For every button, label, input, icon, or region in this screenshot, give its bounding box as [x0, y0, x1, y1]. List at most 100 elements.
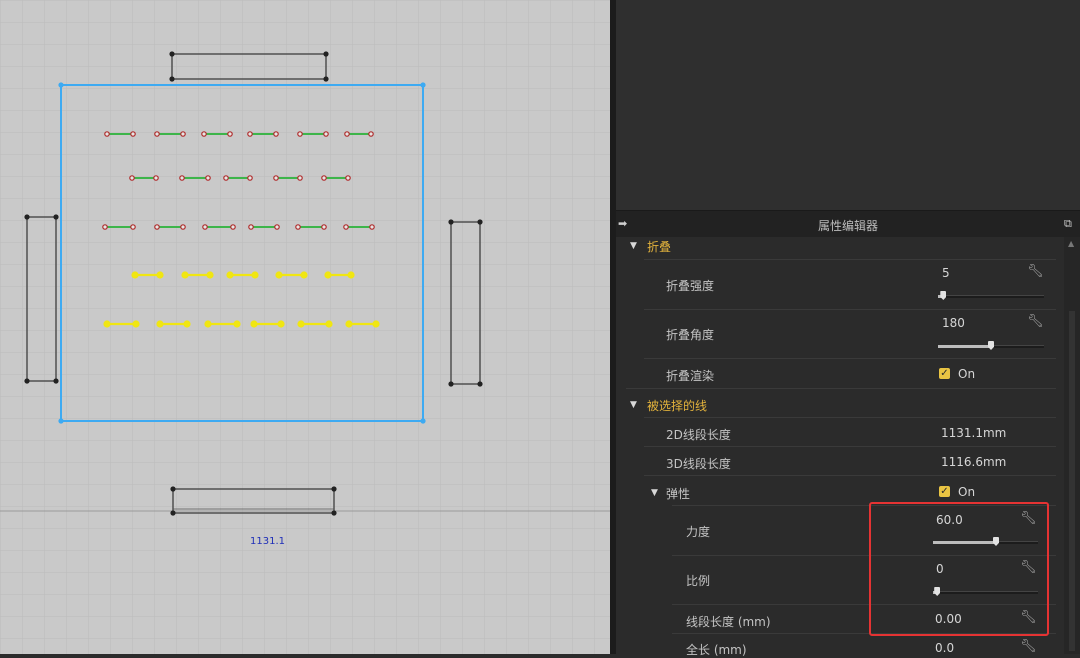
internal-line-point[interactable] [130, 131, 136, 137]
internal-line-point[interactable] [295, 224, 301, 230]
internal-line-point[interactable] [323, 131, 329, 137]
section-fold-header[interactable]: 折叠 [647, 238, 671, 255]
slider-thumb[interactable] [934, 587, 941, 596]
internal-line-point[interactable] [369, 224, 375, 230]
internal-line-point[interactable] [180, 224, 186, 230]
popout-icon[interactable]: ⧉ [1064, 217, 1072, 231]
wrench-icon[interactable]: 🔧︎ [1027, 264, 1044, 279]
internal-line-point[interactable] [297, 131, 303, 137]
fold-angle-value[interactable]: 180 [942, 316, 965, 330]
scroll-up-icon[interactable]: ▲ [1068, 239, 1074, 248]
internal-line-point[interactable] [154, 131, 160, 137]
checkmark-icon: ✓ [940, 486, 949, 497]
pattern-drawing[interactable] [0, 0, 610, 654]
internal-line-point[interactable] [103, 320, 111, 328]
internal-line-point[interactable] [227, 131, 233, 137]
section-selected-line-header[interactable]: 被选择的线 [647, 397, 707, 414]
property-editor-header: ➡ 属性编辑器 ⧉ [616, 211, 1080, 237]
internal-line-point[interactable] [250, 320, 258, 328]
slider-thumb[interactable] [993, 537, 999, 546]
internal-line-point[interactable] [321, 175, 327, 181]
wrench-icon[interactable]: 🔧︎ [1020, 560, 1037, 575]
internal-line-point[interactable] [251, 271, 259, 279]
internal-line-point[interactable] [102, 224, 108, 230]
full-length-label: 全长 (mm) [686, 643, 747, 657]
internal-line-point[interactable] [275, 271, 283, 279]
internal-line-point[interactable] [274, 224, 280, 230]
internal-line-point[interactable] [131, 271, 139, 279]
internal-line-point[interactable] [180, 131, 186, 137]
internal-line-point[interactable] [181, 271, 189, 279]
length-2d-value: 1131.1mm [941, 426, 1007, 440]
internal-line-point[interactable] [247, 131, 253, 137]
triangle-down-icon[interactable]: ▼ [630, 241, 637, 251]
divider [644, 475, 1056, 476]
ratio-slider[interactable] [933, 587, 1038, 596]
wrench-icon[interactable]: 🔧︎ [1020, 511, 1037, 526]
internal-line-point[interactable] [183, 320, 191, 328]
internal-line-point[interactable] [273, 131, 279, 137]
wrench-icon[interactable]: 🔧︎ [1020, 639, 1037, 654]
internal-line-point[interactable] [233, 320, 241, 328]
full-length-value[interactable]: 0.0 [935, 641, 954, 655]
internal-line-point[interactable] [201, 131, 207, 137]
internal-line-point[interactable] [132, 320, 140, 328]
internal-line-point[interactable] [344, 131, 350, 137]
internal-line-point[interactable] [343, 224, 349, 230]
internal-line-point[interactable] [179, 175, 185, 181]
wrench-icon[interactable]: 🔧︎ [1027, 314, 1044, 329]
internal-line-point[interactable] [248, 224, 254, 230]
internal-line-point[interactable] [297, 320, 305, 328]
internal-line-point[interactable] [156, 320, 164, 328]
internal-line-point[interactable] [277, 320, 285, 328]
internal-line-point[interactable] [226, 271, 234, 279]
internal-line-point[interactable] [347, 271, 355, 279]
internal-line-point[interactable] [130, 224, 136, 230]
slider-thumb[interactable] [940, 291, 947, 300]
fold-render-checkbox[interactable]: ✓ [939, 368, 950, 379]
fold-strength-slider[interactable] [938, 291, 1044, 300]
slider-thumb[interactable] [988, 341, 994, 350]
triangle-down-icon[interactable]: ▼ [630, 400, 637, 410]
internal-line-point[interactable] [205, 175, 211, 181]
internal-line-point[interactable] [345, 320, 353, 328]
property-scrollbar[interactable]: ▲ [1064, 237, 1080, 654]
internal-line-point[interactable] [368, 131, 374, 137]
internal-line-point[interactable] [104, 131, 110, 137]
internal-line-point[interactable] [324, 271, 332, 279]
3d-viewport[interactable] [616, 0, 1080, 211]
elastic-checkbox[interactable]: ✓ [939, 486, 950, 497]
property-editor-title: 属性编辑器 [817, 219, 878, 233]
internal-line-point[interactable] [325, 320, 333, 328]
elastic-label[interactable]: 弹性 [666, 485, 690, 502]
dimension-label: 1131.1 [250, 536, 285, 547]
internal-line-point[interactable] [372, 320, 380, 328]
internal-line-point[interactable] [223, 175, 229, 181]
internal-line-point[interactable] [273, 175, 279, 181]
internal-line-point[interactable] [204, 320, 212, 328]
internal-line-point[interactable] [297, 175, 303, 181]
length-2d-label: 2D线段长度 [666, 428, 731, 442]
fold-strength-value[interactable]: 5 [942, 266, 950, 280]
ratio-value[interactable]: 0 [936, 562, 944, 576]
fold-angle-label: 折叠角度 [666, 328, 715, 342]
internal-line-point[interactable] [321, 224, 327, 230]
internal-line-point[interactable] [247, 175, 253, 181]
force-value[interactable]: 60.0 [936, 513, 963, 527]
internal-line-point[interactable] [154, 224, 160, 230]
fold-angle-slider[interactable] [938, 341, 1044, 350]
internal-line-point[interactable] [345, 175, 351, 181]
internal-line-point[interactable] [202, 224, 208, 230]
triangle-down-icon[interactable]: ▼ [651, 488, 658, 498]
force-slider[interactable] [933, 537, 1038, 546]
segment-length-value[interactable]: 0.00 [935, 612, 962, 626]
internal-line-point[interactable] [300, 271, 308, 279]
internal-line-point[interactable] [156, 271, 164, 279]
wrench-icon[interactable]: 🔧︎ [1020, 610, 1037, 625]
pattern-canvas[interactable]: 1131.1 [0, 0, 610, 654]
internal-line-point[interactable] [206, 271, 214, 279]
internal-line-point[interactable] [153, 175, 159, 181]
scrollbar-thumb[interactable] [1069, 311, 1075, 651]
internal-line-point[interactable] [129, 175, 135, 181]
internal-line-point[interactable] [230, 224, 236, 230]
